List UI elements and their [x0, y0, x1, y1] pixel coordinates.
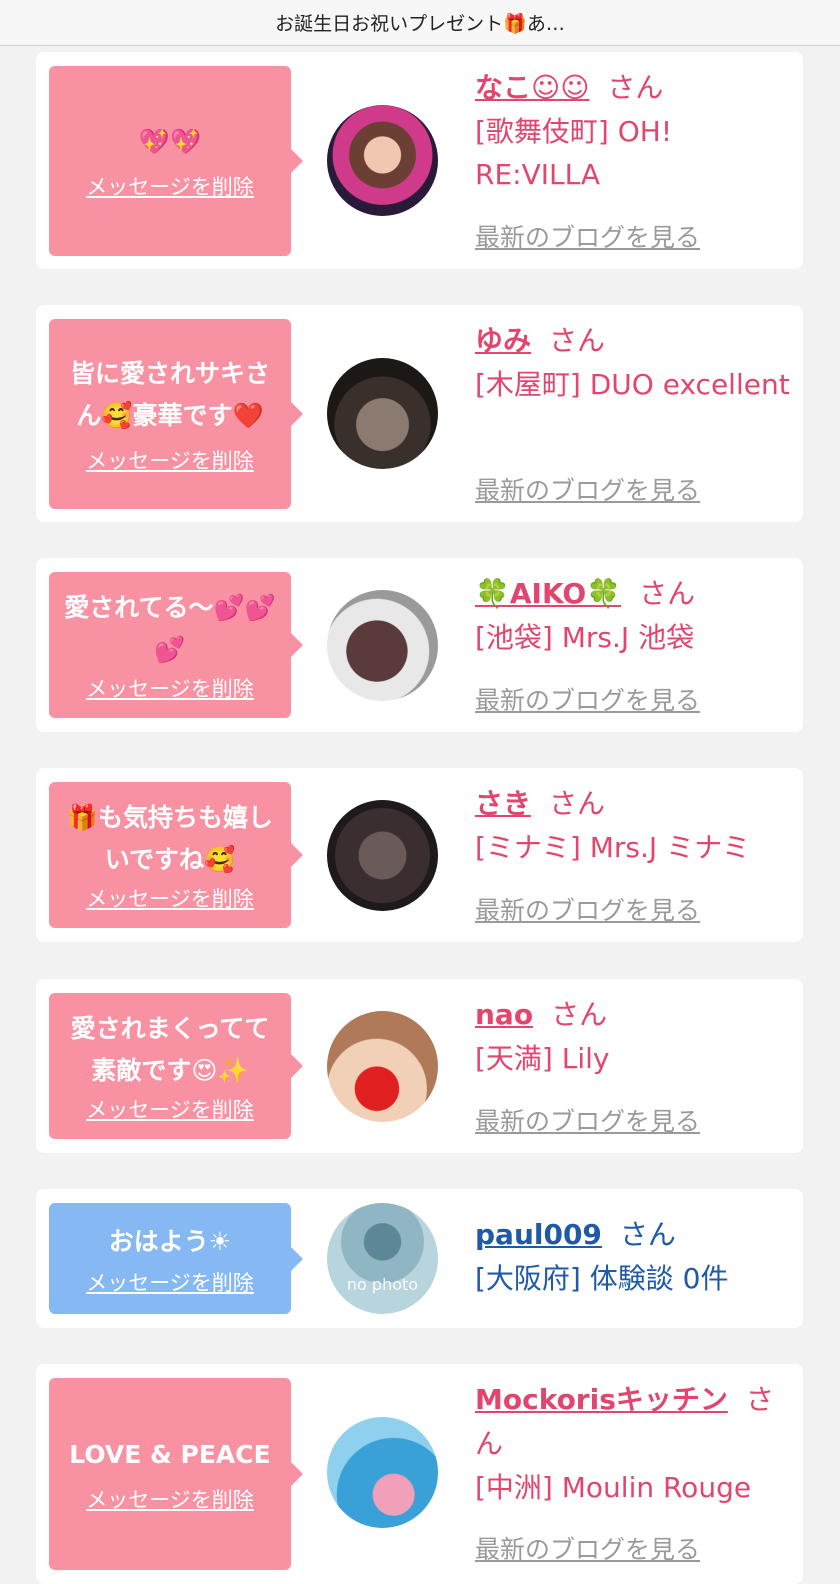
message-text: 🎁も気持ちも嬉しいですね🥰 — [66, 803, 274, 874]
message-bubble: 愛されまくってて素敵です😍✨ メッセージを削除 — [49, 993, 303, 1139]
page-title-bar: お誕生日お祝いプレゼント🎁あ… — [0, 0, 840, 46]
message-card: 愛されまくってて素敵です😍✨ メッセージを削除 nao さん [天満] Lily … — [36, 979, 803, 1153]
delete-message-link[interactable]: メッセージを削除 — [86, 1094, 254, 1124]
honorific: さん — [619, 1218, 676, 1251]
message-text: 皆に愛されサキさん🥰豪華です❤️ — [69, 359, 270, 430]
latest-blog-link[interactable]: 最新のブログを見る — [475, 1102, 700, 1138]
avatar[interactable] — [327, 358, 438, 469]
message-text: おはよう☀ — [108, 1226, 232, 1256]
message-bubble: 💖💖 メッセージを削除 — [49, 66, 303, 256]
honorific: さん — [549, 787, 606, 820]
no-photo-label: no photo — [346, 1275, 419, 1294]
user-name-link[interactable]: なこ☺︎☺︎ — [475, 71, 589, 104]
message-bubble: 愛されてる〜💕💕💕 メッセージを削除 — [49, 572, 303, 718]
user-name-link[interactable]: ゆみ — [475, 324, 531, 357]
shop-info: [ミナミ] Mrs.J ミナミ — [475, 831, 751, 864]
message-card: 皆に愛されサキさん🥰豪華です❤️ メッセージを削除 ゆみ さん [木屋町] DUO… — [36, 305, 803, 522]
shop-info: [歌舞伎町] OH! RE:VILLA — [475, 115, 673, 191]
honorific: さん — [551, 998, 608, 1031]
shop-info: [天満] Lily — [475, 1042, 610, 1075]
page-title: お誕生日お祝いプレゼント🎁あ… — [275, 13, 565, 35]
user-name-link[interactable]: nao — [475, 998, 533, 1031]
shop-info: [池袋] Mrs.J 池袋 — [475, 621, 695, 654]
message-bubble: おはよう☀ メッセージを削除 — [49, 1203, 303, 1314]
message-card: 🎁も気持ちも嬉しいですね🥰 メッセージを削除 さき さん [ミナミ] Mrs.J … — [36, 768, 803, 942]
delete-message-link[interactable]: メッセージを削除 — [86, 883, 254, 913]
latest-blog-link[interactable]: 最新のブログを見る — [475, 891, 700, 927]
delete-message-link[interactable]: メッセージを削除 — [86, 445, 254, 475]
message-bubble: 🎁も気持ちも嬉しいですね🥰 メッセージを削除 — [49, 782, 303, 928]
latest-blog-link[interactable]: 最新のブログを見る — [475, 681, 700, 717]
avatar[interactable]: no photo — [327, 1203, 438, 1314]
user-name-link[interactable]: Mockorisキッチン — [475, 1383, 728, 1416]
honorific: さん — [607, 71, 664, 104]
latest-blog-link[interactable]: 最新のブログを見る — [475, 1530, 700, 1566]
avatar[interactable] — [327, 800, 438, 911]
message-card: 💖💖 メッセージを削除 なこ☺︎☺︎ さん [歌舞伎町] OH! RE:VILLA… — [36, 52, 803, 269]
avatar[interactable] — [327, 1011, 438, 1122]
honorific: さん — [639, 577, 696, 610]
user-name-link[interactable]: 🍀AIKO🍀 — [475, 577, 621, 610]
user-name-link[interactable]: さき — [475, 787, 531, 820]
message-text: 💖💖 — [138, 127, 202, 156]
avatar[interactable] — [327, 105, 438, 216]
message-text: 愛されまくってて素敵です😍✨ — [70, 1014, 270, 1085]
latest-blog-link[interactable]: 最新のブログを見る — [475, 218, 700, 254]
message-bubble: 皆に愛されサキさん🥰豪華です❤️ メッセージを削除 — [49, 319, 303, 509]
honorific: さん — [549, 324, 606, 357]
delete-message-link[interactable]: メッセージを削除 — [86, 1484, 254, 1514]
avatar[interactable] — [327, 590, 438, 701]
shop-info: [木屋町] DUO excellent — [475, 368, 790, 401]
latest-blog-link[interactable]: 最新のブログを見る — [475, 471, 700, 507]
message-text: LOVE & PEACE — [69, 1440, 271, 1469]
shop-info: [大阪府] 体験談 0件 — [475, 1262, 729, 1295]
message-card: LOVE & PEACE メッセージを削除 Mockorisキッチン さん [中洲… — [36, 1364, 803, 1584]
delete-message-link[interactable]: メッセージを削除 — [86, 171, 254, 201]
delete-message-link[interactable]: メッセージを削除 — [86, 1267, 254, 1297]
shop-info: [中洲] Moulin Rouge — [475, 1471, 752, 1504]
message-card: 愛されてる〜💕💕💕 メッセージを削除 🍀AIKO🍀 さん [池袋] Mrs.J 池… — [36, 558, 803, 732]
message-bubble: LOVE & PEACE メッセージを削除 — [49, 1378, 303, 1570]
avatar[interactable] — [327, 1417, 438, 1528]
user-name-link[interactable]: paul009 — [475, 1218, 602, 1251]
message-card: おはよう☀ メッセージを削除 no photo paul009 さん [大阪府] … — [36, 1189, 803, 1328]
message-text: 愛されてる〜💕💕💕 — [64, 593, 276, 664]
delete-message-link[interactable]: メッセージを削除 — [86, 673, 254, 703]
